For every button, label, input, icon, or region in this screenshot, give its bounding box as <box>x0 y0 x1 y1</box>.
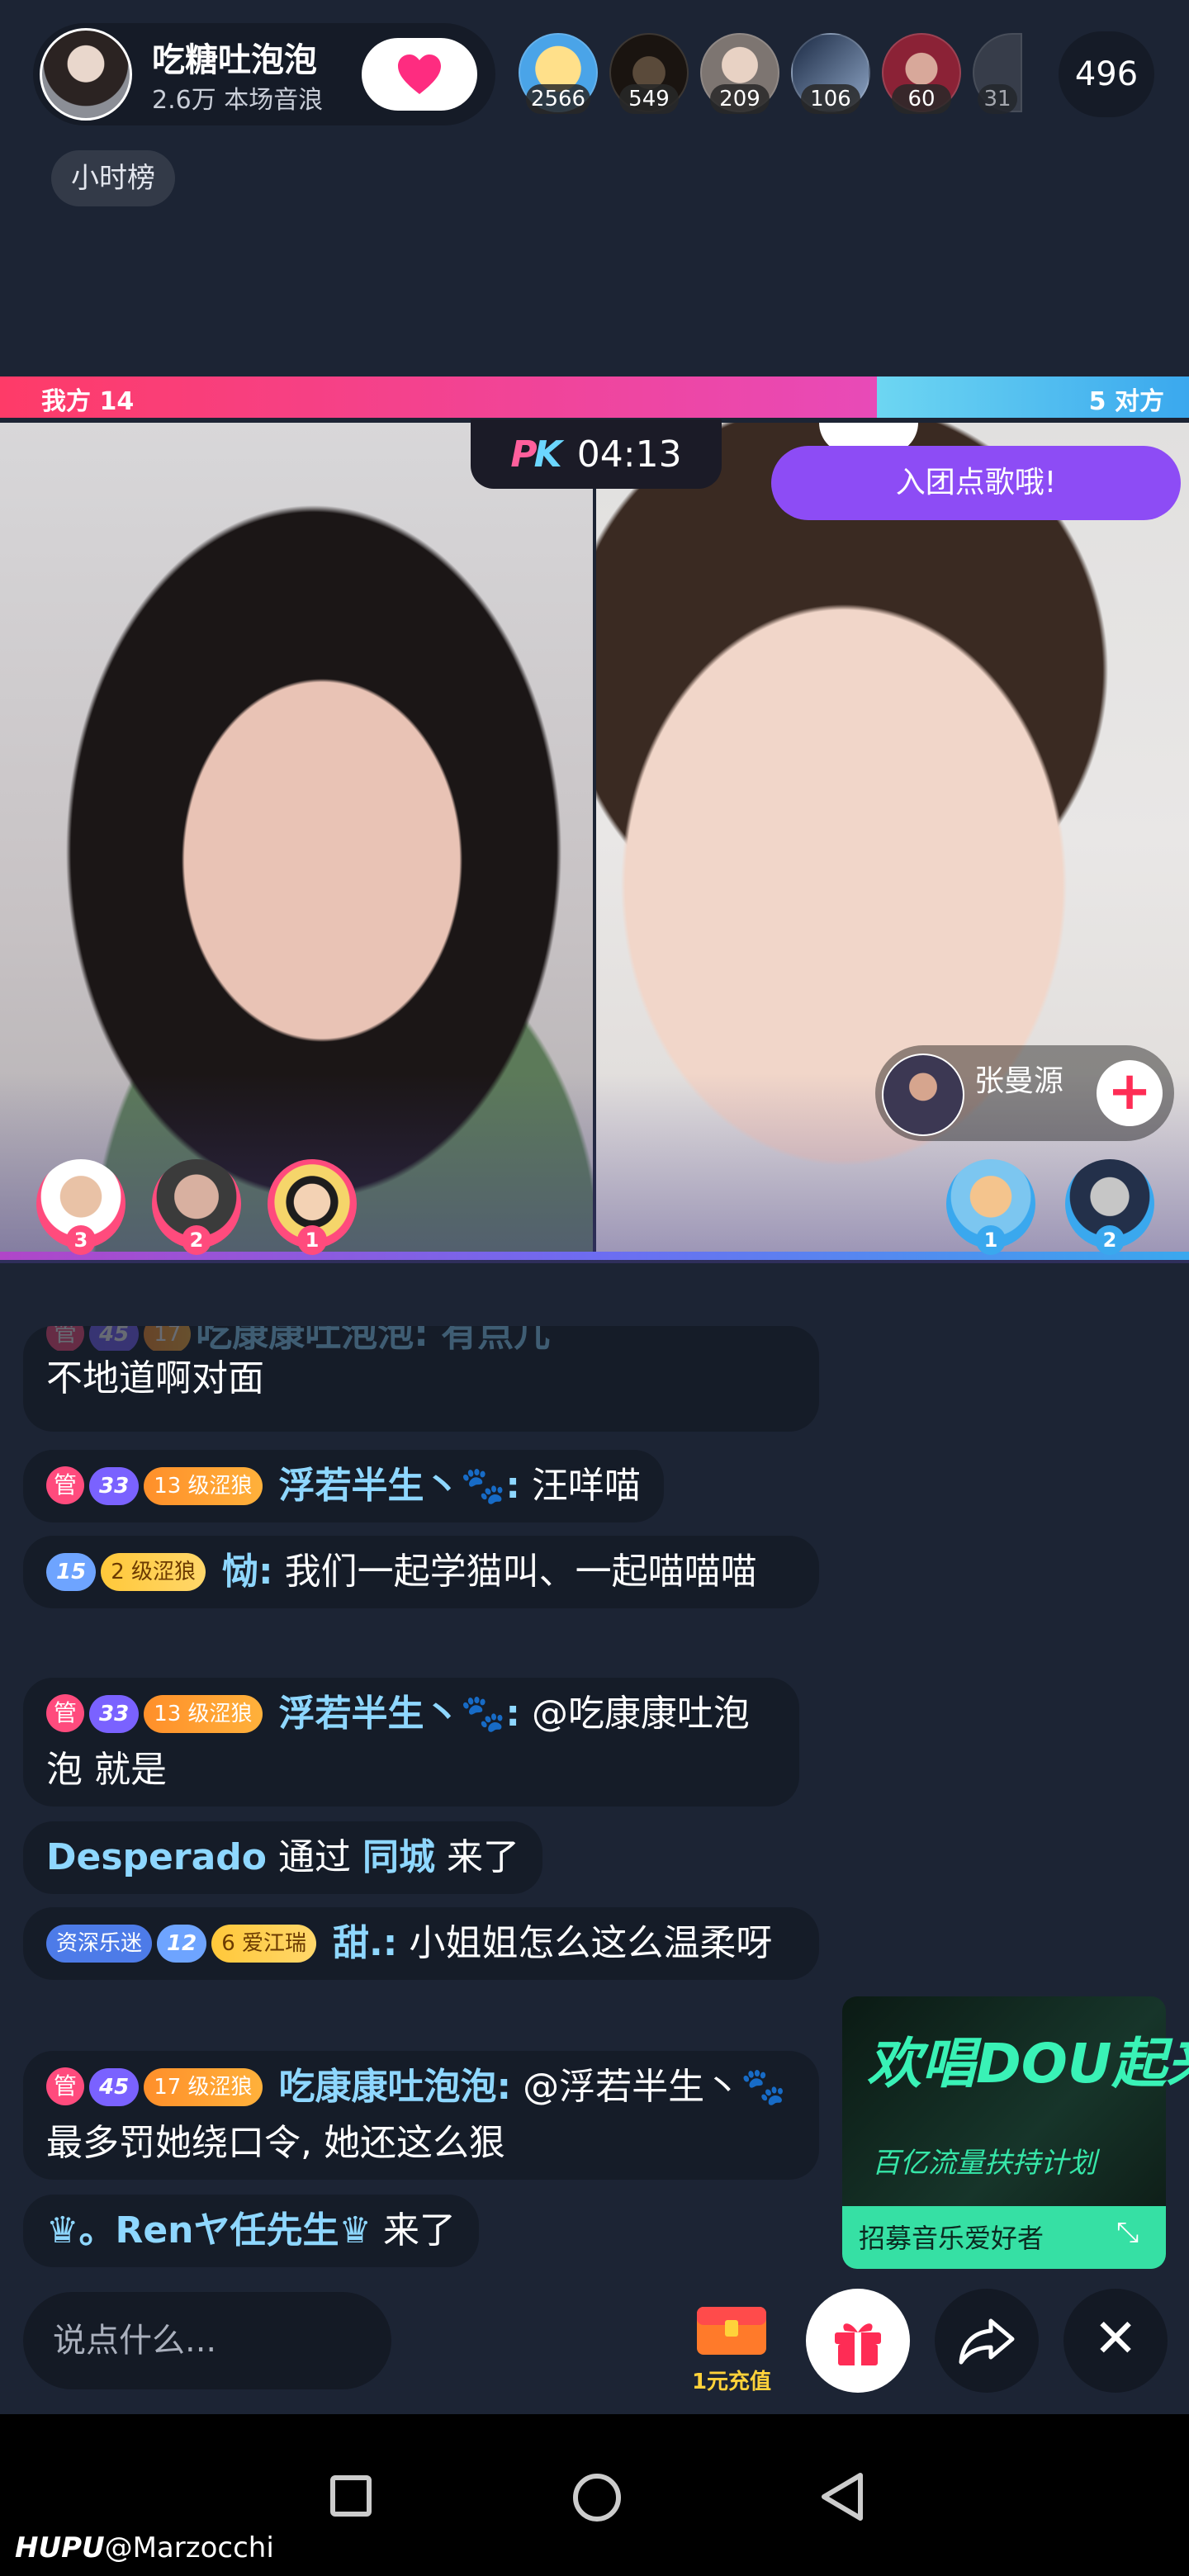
pk-countdown: 04:13 <box>576 433 682 476</box>
chat-text: 我们一起学猫叫、一起喵喵喵 <box>284 1551 757 1593</box>
admin-badge: 管 <box>46 1466 84 1504</box>
back-icon[interactable] <box>817 2470 867 2523</box>
pk-opponent-score: 5 对方 <box>1088 387 1164 416</box>
chat-join-message[interactable]: ♛。Renヤ任先生♛ 来了 <box>23 2195 479 2267</box>
follow-button[interactable] <box>362 38 477 111</box>
chat-username[interactable]: 甜.: <box>333 1922 397 1964</box>
share-button[interactable] <box>935 2289 1039 2393</box>
recharge-button[interactable]: 1元充值 <box>682 2295 781 2394</box>
pk-logo-icon: PK <box>510 433 561 476</box>
fan-level-badge: 45 <box>89 2068 140 2106</box>
fan-club-badge: 13 级涩狼 <box>144 1695 263 1733</box>
pk-our-score: 我方 14 <box>41 387 135 416</box>
promo-subtitle: 百亿流量扶持计划 <box>872 2147 1097 2180</box>
chat-username[interactable]: 吃康康吐泡泡: <box>279 2066 512 2108</box>
fan-level-badge: 33 <box>89 1467 140 1505</box>
admin-badge: 管 <box>46 1694 84 1732</box>
viewer-count: 31 <box>978 84 1017 114</box>
recent-apps-icon[interactable] <box>330 2475 372 2517</box>
fan-club-badge: 17 级涩狼 <box>144 2068 263 2106</box>
chat-text: 通过 <box>278 1836 352 1878</box>
admin-badge: 管 <box>46 1326 84 1351</box>
home-icon[interactable] <box>573 2474 621 2522</box>
chat-text: 汪咩喵 <box>531 1465 641 1507</box>
fan-level-badge: 12 <box>157 1925 207 1963</box>
share-arrow-icon <box>959 2318 1015 2365</box>
host-name: 吃糖吐泡泡 <box>152 41 317 79</box>
chat-username[interactable]: 恸: <box>222 1551 273 1593</box>
fan-level-badge: 15 <box>46 1553 97 1591</box>
admin-badge: 管 <box>46 2067 84 2105</box>
follow-opponent-button[interactable]: + <box>1097 1060 1163 1126</box>
comment-input[interactable]: 说点什么... <box>23 2292 391 2389</box>
gift-icon <box>835 2323 881 2365</box>
supporter-avatar[interactable]: 2 <box>152 1159 241 1255</box>
recharge-label: 1元充值 <box>691 2370 772 2394</box>
viewer-count: 2566 <box>525 84 591 114</box>
chat-text: 来了 <box>382 2209 456 2252</box>
viewer-count: 209 <box>710 84 770 114</box>
fan-club-badge: 17 <box>144 1326 192 1351</box>
opponent-avatar[interactable] <box>882 1054 964 1136</box>
viewer-avatar[interactable]: 106 <box>791 33 870 114</box>
chat-message[interactable]: 资深乐迷 12 6 爱江瑞 甜.: 小姐姐怎么这么温柔呀 <box>23 1907 819 1980</box>
viewer-avatar[interactable]: 31 <box>973 33 1022 114</box>
chat-message[interactable]: 管 45 17 吃康康吐泡泡: 有点儿 不地道啊对面 <box>23 1326 819 1432</box>
watermark: HUPU@Marzocchi <box>15 2531 274 2564</box>
chat-username[interactable]: Desperado <box>46 1836 267 1878</box>
chat-message[interactable]: 管 33 13 级涩狼 浮若半生丶🐾: 汪咩喵 <box>23 1450 664 1522</box>
viewer-avatar[interactable]: 2566 <box>519 33 598 114</box>
viewer-avatar[interactable]: 60 <box>882 33 961 114</box>
supporter-avatar[interactable]: 1 <box>946 1159 1035 1255</box>
gift-button[interactable] <box>806 2289 910 2393</box>
supporter-avatar[interactable]: 1 <box>268 1159 357 1255</box>
chat-message[interactable]: 15 2 级涩狼 恸: 我们一起学猫叫、一起喵喵喵 <box>23 1536 819 1608</box>
chat-message[interactable]: 管 33 13 级涩狼 浮若半生丶🐾: @吃康康吐泡泡 就是 <box>23 1678 799 1807</box>
video-bottom-accent <box>0 1252 1189 1260</box>
supporter-avatar[interactable]: 3 <box>36 1159 126 1255</box>
viewer-avatar[interactable]: 549 <box>609 33 689 114</box>
viewer-count: 60 <box>892 84 951 114</box>
chat-username[interactable]: 浮若半生丶🐾: <box>279 1693 520 1735</box>
fan-club-badge: 13 级涩狼 <box>144 1467 263 1505</box>
opponent-name: 张曼源 <box>974 1064 1064 1098</box>
veteran-fan-badge: 资深乐迷 <box>46 1925 153 1963</box>
chat-text: 小姐姐怎么这么温柔呀 <box>409 1922 773 1964</box>
viewer-count: 549 <box>619 84 679 114</box>
hourly-rank-button[interactable]: 小时榜 <box>51 150 175 206</box>
fan-level-badge: 45 <box>89 1326 140 1351</box>
chat-message[interactable]: 管 45 17 级涩狼 吃康康吐泡泡: @浮若半生丶🐾 最多罚她绕口令, 她还这么狠 <box>23 2051 819 2180</box>
chat-username[interactable]: ♛。Renヤ任先生♛ <box>46 2209 372 2252</box>
close-icon[interactable]: ✕ <box>1063 2289 1168 2393</box>
fan-club-badge: 2 级涩狼 <box>101 1553 206 1591</box>
viewer-total-count[interactable]: 496 <box>1059 31 1154 117</box>
join-fan-club-banner[interactable]: 入团点歌哦! <box>771 446 1181 520</box>
host-avatar[interactable] <box>40 28 132 121</box>
pk-timer: PK 04:13 <box>471 419 722 489</box>
chat-text: 来了 <box>447 1836 520 1878</box>
chat-text: 不地道啊对面 <box>46 1357 264 1399</box>
heart-icon <box>398 54 441 94</box>
chat-username[interactable]: 浮若半生丶🐾: <box>279 1465 520 1507</box>
fan-level-badge: 33 <box>89 1695 140 1733</box>
join-source: 同城 <box>362 1836 436 1878</box>
treasure-chest-icon <box>697 2307 766 2355</box>
viewer-avatar[interactable]: 209 <box>700 33 779 114</box>
promo-recruit-text: 招募音乐爱好者 <box>859 2223 1045 2254</box>
fan-club-badge: 6 爱江瑞 <box>211 1925 317 1963</box>
viewer-count: 106 <box>801 84 860 114</box>
supporter-avatar[interactable]: 2 <box>1065 1159 1154 1255</box>
expand-icon[interactable]: ⤡ <box>1116 2216 1139 2249</box>
host-gift-stats: 2.6万 本场音浪 <box>152 86 324 115</box>
chat-join-message[interactable]: Desperado 通过 同城 来了 <box>23 1821 543 1894</box>
promo-title: 欢唱DOU起来 <box>867 2032 1189 2095</box>
